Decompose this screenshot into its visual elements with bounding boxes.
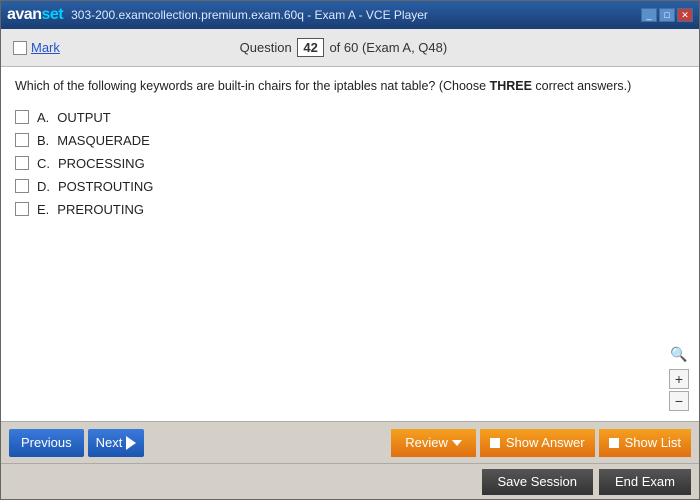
title-bar: avanset 303-200.examcollection.premium.e… <box>1 1 699 29</box>
next-arrow-icon <box>126 436 136 450</box>
review-button[interactable]: Review <box>391 429 476 457</box>
answer-letter: A. <box>37 110 49 125</box>
end-exam-button[interactable]: End Exam <box>599 469 691 495</box>
window-title: 303-200.examcollection.premium.exam.60q … <box>71 8 428 22</box>
answer-letter: C. <box>37 156 50 171</box>
answer-letter: E. <box>37 202 49 217</box>
question-info: Question 42 of 60 (Exam A, Q48) <box>240 38 448 57</box>
answer-option[interactable]: D. POSTROUTING <box>15 179 685 194</box>
window-controls: _ □ ✕ <box>641 8 693 22</box>
show-list-icon <box>609 438 619 448</box>
answer-checkbox[interactable] <box>15 179 29 193</box>
question-header: Mark Question 42 of 60 (Exam A, Q48) <box>1 29 699 67</box>
answer-checkbox[interactable] <box>15 133 29 147</box>
app-window: avanset 303-200.examcollection.premium.e… <box>0 0 700 500</box>
options-container: A. OUTPUT B. MASQUERADE C. PROCESSING D.… <box>15 110 685 225</box>
answer-text: PREROUTING <box>57 202 144 217</box>
previous-button[interactable]: Previous <box>9 429 84 457</box>
answer-letter: B. <box>37 133 49 148</box>
answer-text: PROCESSING <box>58 156 145 171</box>
show-answer-icon <box>490 438 500 448</box>
answer-checkbox[interactable] <box>15 202 29 216</box>
zoom-out-button[interactable]: − <box>669 391 689 411</box>
app-logo: avanset <box>7 6 63 24</box>
bold-text: THREE <box>490 79 532 93</box>
search-icon: 🔍 <box>670 346 687 363</box>
answer-option[interactable]: E. PREROUTING <box>15 202 685 217</box>
next-button[interactable]: Next <box>88 429 145 457</box>
answer-option[interactable]: A. OUTPUT <box>15 110 685 125</box>
mark-label[interactable]: Mark <box>31 40 60 55</box>
save-session-button[interactable]: Save Session <box>482 469 594 495</box>
answer-text: POSTROUTING <box>58 179 153 194</box>
question-total: of 60 (Exam A, Q48) <box>329 40 447 55</box>
question-number-box: 42 <box>297 38 323 57</box>
content-area: Which of the following keywords are buil… <box>1 67 699 421</box>
bottom-bar: Save Session End Exam <box>1 463 699 499</box>
answer-checkbox[interactable] <box>15 156 29 170</box>
answer-text: OUTPUT <box>57 110 110 125</box>
nav-bar: Previous Next Review Show Answer Show Li… <box>1 421 699 463</box>
answer-checkbox[interactable] <box>15 110 29 124</box>
mark-checkbox[interactable] <box>13 41 27 55</box>
zoom-controls: 🔍 + − <box>669 346 689 411</box>
answer-letter: D. <box>37 179 50 194</box>
zoom-in-button[interactable]: + <box>669 369 689 389</box>
minimize-button[interactable]: _ <box>641 8 657 22</box>
show-answer-button[interactable]: Show Answer <box>480 429 595 457</box>
answer-option[interactable]: C. PROCESSING <box>15 156 685 171</box>
question-text: Which of the following keywords are buil… <box>15 77 685 96</box>
show-list-button[interactable]: Show List <box>599 429 691 457</box>
answer-text: MASQUERADE <box>57 133 149 148</box>
mark-area: Mark <box>13 40 60 55</box>
maximize-button[interactable]: □ <box>659 8 675 22</box>
question-label: Question <box>240 40 292 55</box>
close-button[interactable]: ✕ <box>677 8 693 22</box>
title-bar-left: avanset 303-200.examcollection.premium.e… <box>7 6 428 24</box>
review-dropdown-icon <box>452 440 462 446</box>
answer-option[interactable]: B. MASQUERADE <box>15 133 685 148</box>
